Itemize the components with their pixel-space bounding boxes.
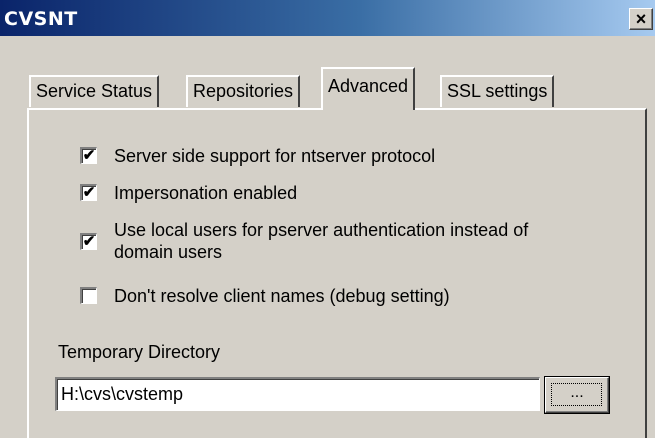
local-users-label-line1: Use local users for pserver authenticati…: [114, 220, 529, 240]
temporary-directory-label: Temporary Directory: [58, 342, 221, 362]
local-users-label-line2: domain users: [114, 242, 223, 262]
ntserver-checkbox[interactable]: ✔: [80, 147, 97, 164]
focus-indicator: [551, 383, 602, 406]
local-users-checkbox[interactable]: ✔: [80, 233, 97, 250]
impersonation-label: Impersonation enabled: [114, 183, 298, 203]
impersonation-checkbox[interactable]: ✔: [80, 184, 97, 201]
browse-button[interactable]: ...: [545, 377, 609, 413]
dont-resolve-label: Don't resolve client names (debug settin…: [114, 286, 450, 306]
panel-content: ✔ Server side support for ntserver proto…: [0, 0, 655, 431]
dont-resolve-checkbox[interactable]: [80, 287, 97, 304]
ntserver-label: Server side support for ntserver protoco…: [114, 146, 436, 166]
temporary-directory-field[interactable]: [55, 377, 540, 411]
